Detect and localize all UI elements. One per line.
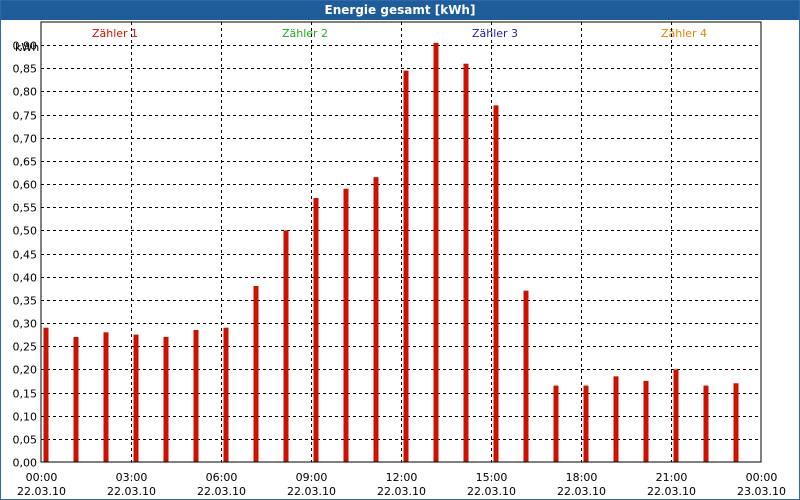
bar (373, 177, 379, 462)
x-tick-time-label: 00:00 (746, 471, 778, 484)
y-tick-label: 0,55 (13, 202, 38, 215)
bar (193, 330, 199, 462)
x-tick-date-label: 22.03.10 (557, 485, 606, 498)
y-tick-label: 0,30 (13, 318, 38, 331)
x-tick-time-label: 21:00 (656, 471, 688, 484)
bar (223, 327, 229, 462)
x-tick-date-label: 22.03.10 (467, 485, 516, 498)
bar (673, 369, 679, 462)
bar (523, 290, 529, 462)
bar (253, 286, 259, 462)
bar (583, 385, 589, 462)
bar (433, 42, 439, 463)
bar (463, 63, 469, 463)
x-tick-date-label: 23.03.10 (737, 485, 786, 498)
bar (403, 70, 409, 462)
legend-item-4: Zähler 4 (661, 27, 707, 40)
bar (343, 188, 349, 462)
y-tick-label: 0,75 (13, 110, 38, 123)
y-tick-label: 0,40 (13, 272, 38, 285)
grid (41, 22, 761, 462)
x-tick-date-label: 22.03.10 (377, 485, 426, 498)
x-tick-time-label: 06:00 (206, 471, 238, 484)
y-tick-label: 0,10 (13, 411, 38, 424)
y-tick-label: 0,05 (13, 434, 38, 447)
y-tick-label: 0,50 (13, 225, 38, 238)
x-tick-time-label: 09:00 (296, 471, 328, 484)
bar (703, 385, 709, 462)
y-tick-label: 0,45 (13, 249, 38, 262)
x-tick-time-label: 03:00 (116, 471, 148, 484)
x-tick-date-label: 22.03.10 (17, 485, 66, 498)
bar (133, 334, 139, 462)
bar (553, 385, 559, 462)
x-tick-date-label: 22.03.10 (647, 485, 696, 498)
chart-window: Energie gesamt [kWh] Zähler 1 Zähler 2 Z… (0, 0, 800, 500)
legend-item-3: Zähler 3 (472, 27, 518, 40)
y-tick-label: 0,15 (13, 388, 38, 401)
y-tick-label: 0,60 (13, 179, 38, 192)
legend: Zähler 1 Zähler 2 Zähler 3 Zähler 4 (92, 27, 707, 40)
y-tick-label: 0,20 (13, 364, 38, 377)
bar (313, 198, 319, 462)
bar (613, 376, 619, 462)
y-axis-ticks: 0,00 0,05 0,10 0,15 0,20 0,25 0,30 0,35 0,40 0,45… (13, 40, 38, 470)
bar (493, 105, 499, 463)
x-tick-time-label: 00:00 (26, 471, 58, 484)
legend-item-2: Zähler 2 (282, 27, 328, 40)
bars (43, 42, 739, 463)
x-tick-time-label: 18:00 (566, 471, 598, 484)
x-axis-ticks: 00:0022.03.1003:0022.03.1006:0022.03.100… (17, 471, 786, 498)
y-tick-label: 0,25 (13, 341, 38, 354)
y-tick-label: 0,90 (13, 40, 38, 53)
y-tick-label: 0,80 (13, 86, 38, 99)
x-tick-time-label: 15:00 (476, 471, 508, 484)
bar (733, 383, 739, 462)
x-tick-date-label: 22.03.10 (197, 485, 246, 498)
bar (643, 380, 649, 462)
x-tick-date-label: 22.03.10 (287, 485, 336, 498)
bar (163, 336, 169, 462)
y-tick-label: 0,85 (13, 63, 38, 76)
bar (43, 327, 49, 462)
y-tick-label: 0,65 (13, 156, 38, 169)
energy-chart: Zähler 1 Zähler 2 Zähler 3 Zähler 4 kWh … (13, 21, 786, 498)
x-tick-date-label: 22.03.10 (107, 485, 156, 498)
y-tick-label: 0,35 (13, 295, 38, 308)
bar (73, 336, 79, 462)
bar (103, 332, 109, 462)
bar (283, 230, 289, 462)
y-tick-label: 0,00 (13, 457, 38, 470)
x-tick-time-label: 12:00 (386, 471, 418, 484)
y-tick-label: 0,70 (13, 133, 38, 146)
